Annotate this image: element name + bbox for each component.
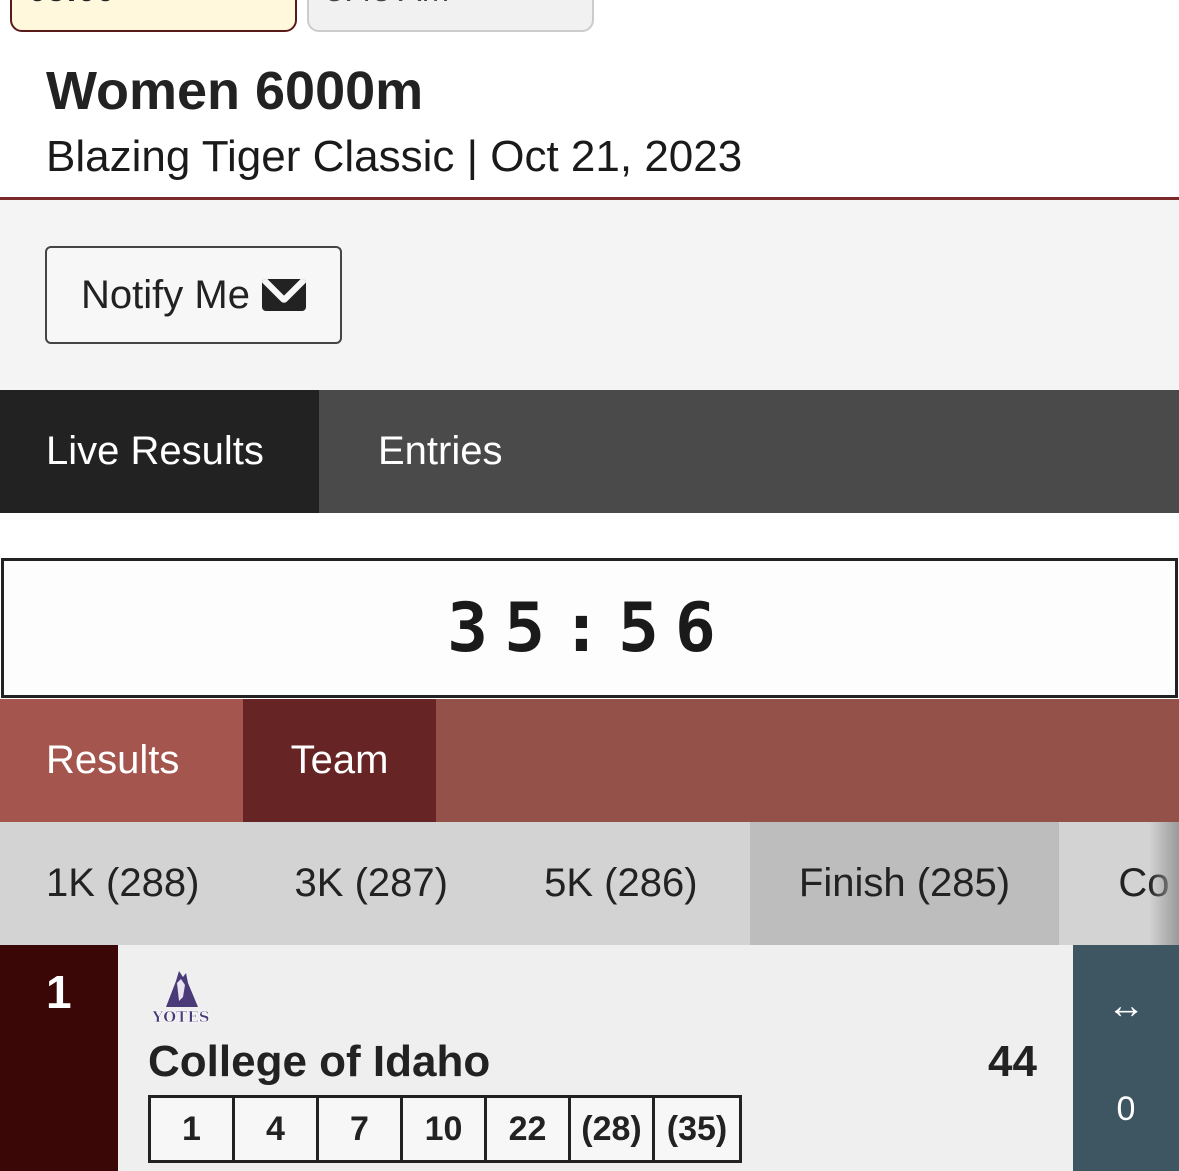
place-cell: 10 [403, 1098, 487, 1160]
scroll-fade [1149, 822, 1179, 945]
team-score: 44 [988, 1037, 1037, 1086]
split-tab-1k[interactable]: 1K (288) [0, 822, 250, 945]
team-rank: 1 [0, 945, 118, 1171]
place-cell: (28) [571, 1098, 655, 1160]
position-change-panel[interactable]: ↔ 0 [1073, 945, 1179, 1171]
svg-text:YOTES: YOTES [151, 1008, 209, 1025]
team-result-row[interactable]: 1 YOTES College of Idaho 44 1 4 7 10 22 … [0, 945, 1179, 1171]
place-cell: 4 [235, 1098, 319, 1160]
split-tab-finish[interactable]: Finish (285) [749, 822, 1060, 945]
place-cell: 1 [151, 1098, 235, 1160]
race-clock: 35:56 [1, 558, 1178, 698]
top-pills: 05:00 8:45 AM [10, 0, 610, 32]
results-subtabs: Results Team [0, 699, 1179, 822]
notify-section: Notify Me [0, 200, 1179, 390]
split-tabs: 1K (288) 3K (287) 5K (286) Finish (285) … [0, 822, 1179, 945]
position-change-value: 0 [1116, 1090, 1136, 1128]
tab-entries[interactable]: Entries [319, 390, 503, 513]
place-cell: (35) [666, 1109, 728, 1148]
previous-split-pill[interactable]: 05:00 [10, 0, 297, 32]
envelope-icon [261, 279, 306, 311]
team-name: College of Idaho [148, 1037, 491, 1086]
split-tab-3k[interactable]: 3K (287) [250, 822, 500, 945]
start-time-pill[interactable]: 8:45 AM [307, 0, 594, 32]
meet-subtitle: Blazing Tiger Classic | Oct 21, 2023 [46, 132, 743, 181]
team-logo: YOTES [151, 971, 210, 1025]
tab-results[interactable]: Results [0, 699, 243, 822]
notify-me-label: Notify Me [81, 272, 250, 317]
event-header: Women 6000m Blazing Tiger Classic | Oct … [0, 32, 1179, 200]
tab-live-results[interactable]: Live Results [0, 390, 319, 513]
tab-team[interactable]: Team [243, 699, 436, 822]
page-title: Women 6000m [46, 61, 424, 121]
place-cell: 22 [487, 1098, 571, 1160]
split-tab-5k[interactable]: 5K (286) [499, 822, 750, 945]
place-cell: 7 [319, 1098, 403, 1160]
scoring-places: 1 4 7 10 22 (28) (35) [148, 1095, 742, 1163]
notify-me-button[interactable]: Notify Me [45, 246, 342, 344]
left-right-arrow-icon: ↔ [1107, 985, 1145, 1027]
main-tabs: Live Results Entries [0, 390, 1179, 513]
